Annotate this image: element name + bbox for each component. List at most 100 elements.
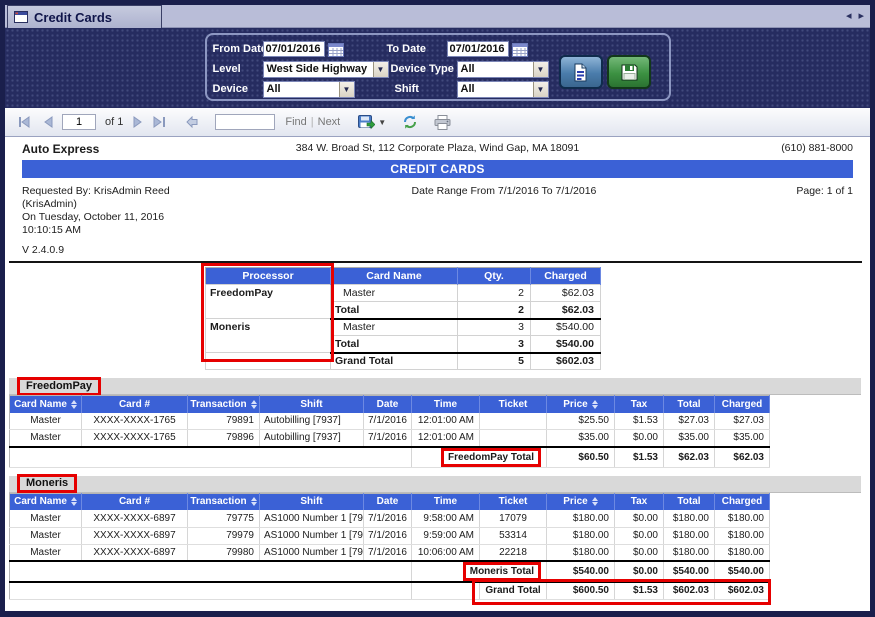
section-total-label-cell: FreedomPay Total (412, 447, 547, 468)
group-band-moneris: Moneris (9, 476, 861, 493)
refresh-button[interactable] (402, 114, 418, 130)
col-header-card: Card # (82, 493, 188, 510)
sort-icon (592, 497, 598, 506)
section-total-row: FreedomPay Total$60.50$1.53$62.03$62.03 (10, 447, 770, 468)
summary-col-qty: Qty. (458, 268, 531, 285)
from-date-calendar-icon[interactable] (328, 42, 344, 57)
col-header-time: Time (412, 396, 480, 413)
back-to-parent-report-button[interactable] (185, 116, 199, 128)
shift-select[interactable]: All ▼ (457, 81, 549, 98)
print-button[interactable] (434, 115, 451, 130)
summary-data-row: MonerisMaster3$540.00 (206, 319, 601, 336)
cell-tax: $0.00 (615, 430, 664, 447)
cell-ticket: 17079 (480, 510, 547, 527)
cell-time: 12:01:00 AM (412, 413, 480, 430)
cell-card-name: Master (10, 413, 82, 430)
summary-qty-cell: 2 (458, 285, 531, 302)
col-header-tax: Tax (615, 493, 664, 510)
save-disk-icon (620, 63, 638, 81)
cell-price: $180.00 (547, 544, 615, 561)
col-header-ticket: Ticket (480, 396, 547, 413)
detail-table-wrap: Card NameCard #TransactionShiftDateTimeT… (9, 395, 769, 468)
col-header-card-name[interactable]: Card Name (10, 396, 82, 413)
cell-total: $35.00 (664, 430, 715, 447)
cell-ticket (480, 430, 547, 447)
section-moneris: MonerisCard NameCard #TransactionShiftDa… (5, 476, 870, 600)
grand-money-cell: $602.03 (715, 582, 770, 599)
tab-strip: Credit Cards ◂ ▸ (5, 5, 870, 28)
cell-charged: $180.00 (715, 527, 770, 544)
summary-col-card-name: Card Name (331, 268, 458, 285)
summary-header-row: ProcessorCard NameQty.Charged (206, 268, 601, 285)
device-select[interactable]: All ▼ (263, 81, 355, 98)
cell-time: 12:01:00 AM (412, 430, 480, 447)
col-header-card: Card # (82, 396, 188, 413)
tab-scroll-left-icon[interactable]: ◂ (846, 9, 852, 23)
save-button[interactable] (607, 55, 651, 89)
to-date-input[interactable] (447, 41, 509, 57)
col-header-price[interactable]: Price (547, 396, 615, 413)
grand-total-label-cell: Grand Total (480, 582, 547, 599)
group-label-moneris: Moneris (17, 474, 77, 493)
app-window: Credit Cards ◂ ▸ From Date To Date Level… (0, 0, 875, 617)
cell-time: 9:59:00 AM (412, 527, 480, 544)
page-count-label: of 1 (105, 116, 123, 128)
filter-area: From Date To Date Level West Side Highwa… (5, 28, 870, 108)
cell-transaction: 79775 (188, 510, 260, 527)
next-page-button[interactable] (133, 116, 145, 128)
col-header-shift: Shift (260, 493, 364, 510)
run-report-button[interactable] (559, 55, 603, 89)
export-button[interactable]: ▼ (358, 115, 386, 130)
tab-credit-cards[interactable]: Credit Cards (7, 5, 162, 28)
detail-data-row: MasterXXXX-XXXX-689779775AS1000 Number 1… (10, 510, 770, 527)
cell-transaction: 79891 (188, 413, 260, 430)
section-total-label: FreedomPay Total (441, 448, 541, 467)
from-date-input[interactable] (263, 41, 325, 57)
level-select[interactable]: West Side Highway ▼ (263, 61, 389, 78)
cell-charged: $180.00 (715, 510, 770, 527)
col-header-price[interactable]: Price (547, 493, 615, 510)
summary-processor-cell (206, 353, 331, 370)
cell-shift: Autobilling [7937] (260, 413, 364, 430)
summary-total-label: Total (331, 336, 458, 353)
last-page-button[interactable] (153, 116, 167, 128)
cell-tax: $0.00 (615, 527, 664, 544)
col-header-transaction[interactable]: Transaction (188, 493, 260, 510)
chevron-down-icon: ▼ (533, 82, 548, 97)
cell-card-name: Master (10, 430, 82, 447)
cell-transaction: 79980 (188, 544, 260, 561)
summary-col-processor: Processor (206, 268, 331, 285)
col-header-card-name[interactable]: Card Name (10, 493, 82, 510)
cell-shift: Autobilling [7937] (260, 430, 364, 447)
report-toolbar: of 1 Find|Next ▼ (5, 108, 870, 137)
cell-total: $180.00 (664, 527, 715, 544)
export-dropdown-caret-icon[interactable]: ▼ (378, 118, 386, 127)
search-input[interactable] (215, 114, 275, 130)
cell-ticket: 22218 (480, 544, 547, 561)
tab-scroll-right-icon[interactable]: ▸ (858, 9, 864, 23)
cell-price: $180.00 (547, 527, 615, 544)
detail-header-row: Card NameCard #TransactionShiftDateTimeT… (10, 493, 770, 510)
page-number-input[interactable] (62, 114, 96, 130)
chevron-down-icon: ▼ (533, 62, 548, 77)
col-header-transaction[interactable]: Transaction (188, 396, 260, 413)
grand-money-cell: $602.03 (664, 582, 715, 599)
total-money-cell: $540.00 (664, 561, 715, 582)
total-money-cell: $540.00 (547, 561, 615, 582)
find-link[interactable]: Find (285, 116, 306, 128)
summary-col-charged: Charged (531, 268, 601, 285)
device-type-select[interactable]: All ▼ (457, 61, 549, 78)
to-date-calendar-icon[interactable] (512, 42, 528, 57)
col-header-charged: Charged (715, 396, 770, 413)
next-link[interactable]: Next (318, 116, 341, 128)
detail-data-row: MasterXXXX-XXXX-689779979AS1000 Number 1… (10, 527, 770, 544)
summary-card-cell: Master (331, 285, 458, 302)
first-page-button[interactable] (17, 116, 31, 128)
group-label-freedompay: FreedomPay (17, 377, 101, 396)
previous-page-button[interactable] (41, 116, 53, 128)
cell-date: 7/1/2016 (364, 510, 412, 527)
section-freedompay: FreedomPayCard NameCard #TransactionShif… (5, 378, 870, 468)
summary-qty-cell: 5 (458, 353, 531, 370)
cell-total: $27.03 (664, 413, 715, 430)
cell-card: XXXX-XXXX-6897 (82, 527, 188, 544)
